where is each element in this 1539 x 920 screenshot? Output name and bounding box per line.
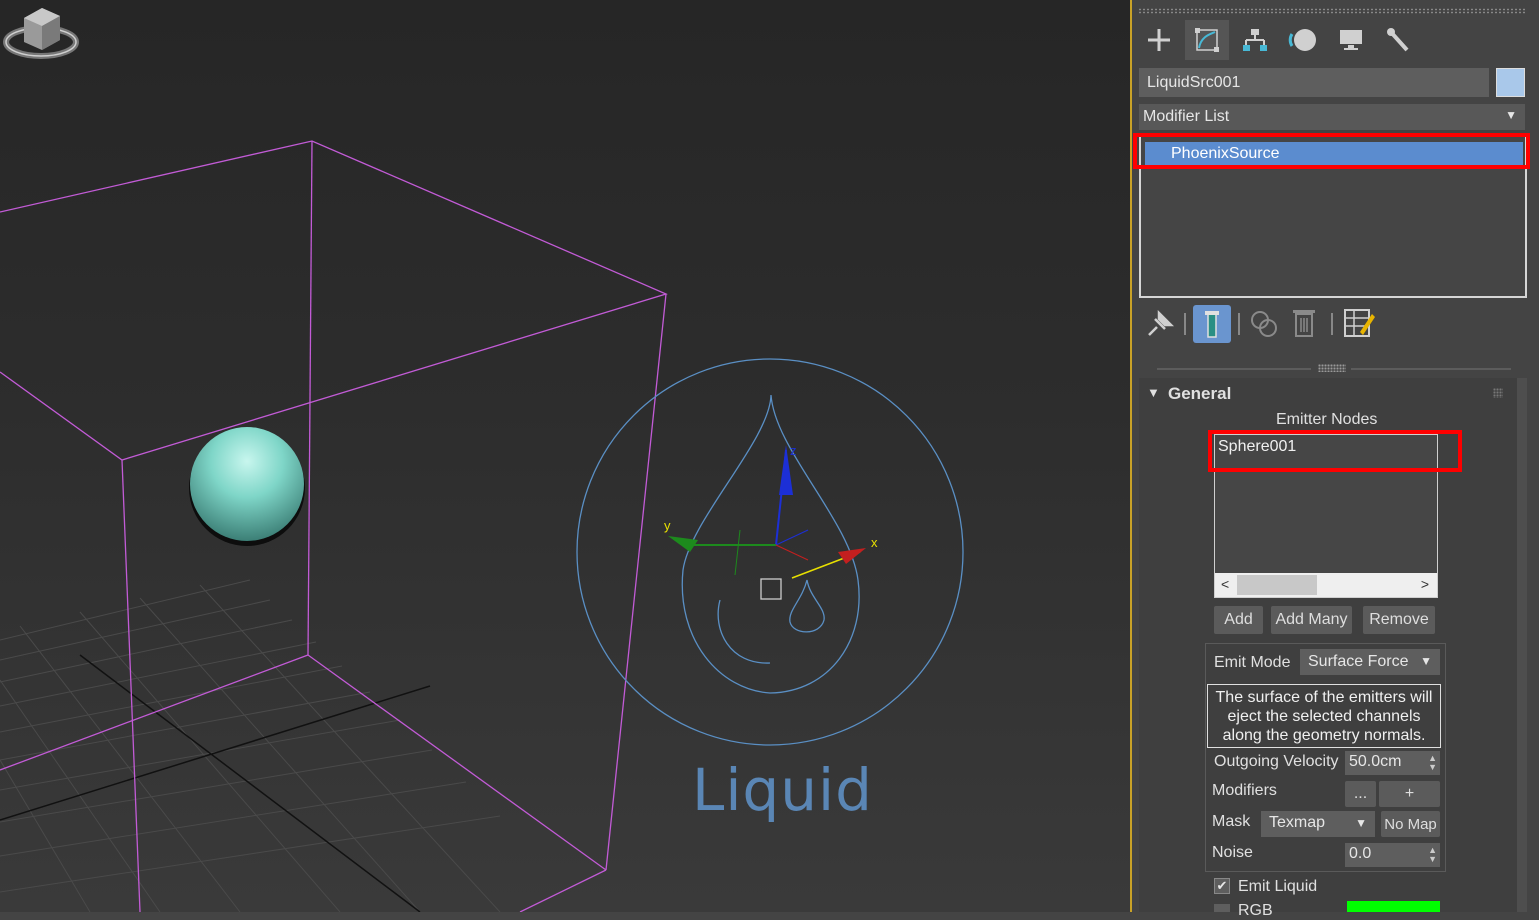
gizmo-label: Liquid bbox=[692, 756, 873, 824]
motion-icon bbox=[1288, 29, 1316, 51]
scroll-thumb[interactable] bbox=[1237, 575, 1317, 595]
liquid-source-gizmo[interactable] bbox=[576, 358, 964, 746]
rollout-grip[interactable] bbox=[1493, 388, 1503, 398]
show-end-result-icon bbox=[1205, 311, 1219, 338]
object-color-swatch[interactable] bbox=[1496, 68, 1525, 97]
outgoing-velocity-spinner[interactable]: 50.0cm ▲ ▼ bbox=[1345, 751, 1440, 775]
modifier-list-label: Modifier List bbox=[1143, 108, 1230, 125]
noise-spinner[interactable]: 0.0 ▲ ▼ bbox=[1345, 843, 1440, 867]
spinner-arrows-icon[interactable]: ▲ ▼ bbox=[1428, 846, 1437, 864]
horizontal-scrollbar[interactable]: < > bbox=[1215, 573, 1437, 597]
rgb-label: RGB bbox=[1238, 902, 1273, 919]
emit-liquid-checkbox[interactable]: ✔ bbox=[1214, 878, 1230, 894]
mask-map-button[interactable]: No Map bbox=[1381, 811, 1440, 837]
tab-motion[interactable] bbox=[1281, 20, 1325, 60]
collapse-triangle-icon[interactable]: ▼ bbox=[1147, 385, 1160, 400]
modifier-list-dropdown[interactable]: Modifier List ▼ bbox=[1139, 104, 1525, 130]
modifier-stack[interactable]: PhoenixSource bbox=[1139, 134, 1527, 298]
simulator-box bbox=[0, 140, 668, 912]
toolbar-divider bbox=[1331, 313, 1333, 335]
rgb-checkbox[interactable] bbox=[1214, 904, 1230, 912]
mask-type-dropdown[interactable]: Texmap ▼ bbox=[1261, 811, 1375, 837]
emitter-nodes-list[interactable]: Sphere001 < > bbox=[1214, 434, 1438, 598]
rollout-title[interactable]: General bbox=[1168, 384, 1231, 404]
panel-grip[interactable] bbox=[1138, 8, 1526, 14]
tab-hierarchy[interactable] bbox=[1233, 20, 1277, 60]
tab-utilities[interactable] bbox=[1377, 20, 1421, 60]
spinner-arrows-icon[interactable]: ▲ ▼ bbox=[1428, 754, 1437, 772]
chevron-down-icon: ▼ bbox=[1355, 816, 1367, 830]
panel-splitter[interactable] bbox=[1157, 368, 1311, 370]
configure-sets-icon[interactable] bbox=[1342, 306, 1376, 340]
mask-label: Mask bbox=[1212, 813, 1251, 830]
tab-modify[interactable] bbox=[1185, 20, 1229, 60]
add-button[interactable]: Add bbox=[1214, 606, 1263, 634]
add-many-button[interactable]: Add Many bbox=[1271, 606, 1352, 634]
axis-z-label: z bbox=[790, 443, 797, 458]
axis-x-label: x bbox=[871, 535, 878, 550]
rgb-color-swatch[interactable] bbox=[1347, 901, 1440, 912]
emit-mode-description: The surface of the emitters will eject t… bbox=[1207, 684, 1441, 748]
viewport-scene: x y z bbox=[0, 140, 964, 912]
chevron-down-icon: ▼ bbox=[1505, 108, 1517, 122]
panel-splitter[interactable] bbox=[1351, 368, 1511, 370]
home-grid bbox=[0, 579, 501, 912]
emit-liquid-label: Emit Liquid bbox=[1238, 878, 1318, 895]
noise-label: Noise bbox=[1212, 844, 1253, 861]
axis-y-label: y bbox=[664, 518, 671, 533]
remove-button[interactable]: Remove bbox=[1363, 606, 1435, 634]
panel-scrollbar[interactable] bbox=[1517, 378, 1527, 912]
tab-display[interactable] bbox=[1329, 20, 1373, 60]
perspective-viewport[interactable]: x y z Liquid bbox=[0, 0, 1132, 912]
sphere001-object[interactable] bbox=[190, 427, 304, 541]
viewcube-icon[interactable] bbox=[0, 0, 82, 64]
toolbar-divider bbox=[1238, 313, 1240, 335]
toolbar-divider bbox=[1184, 313, 1186, 335]
splitter-grip[interactable] bbox=[1318, 364, 1346, 372]
create-plus-icon bbox=[1148, 29, 1170, 51]
noise-value[interactable]: 0.0 bbox=[1349, 845, 1371, 862]
remove-modifier-icon[interactable] bbox=[1290, 306, 1318, 340]
emit-mode-dropdown[interactable]: Surface Force ▼ bbox=[1300, 649, 1440, 675]
show-end-result-button[interactable] bbox=[1193, 305, 1231, 343]
mask-type-value: Texmap bbox=[1269, 814, 1326, 831]
modifiers-label: Modifiers bbox=[1212, 782, 1277, 799]
emitter-nodes-label: Emitter Nodes bbox=[1276, 411, 1378, 428]
hierarchy-icon bbox=[1243, 29, 1267, 51]
display-icon bbox=[1340, 30, 1362, 50]
outgoing-velocity-label: Outgoing Velocity bbox=[1214, 753, 1339, 770]
pin-stack-icon[interactable] bbox=[1145, 309, 1175, 339]
scroll-left-icon[interactable]: < bbox=[1221, 576, 1229, 592]
transform-gizmo[interactable]: x y z bbox=[664, 443, 878, 600]
modify-icon bbox=[1195, 28, 1219, 52]
scroll-right-icon[interactable]: > bbox=[1421, 576, 1429, 592]
modifiers-options-button[interactable]: ... bbox=[1345, 781, 1376, 807]
outgoing-velocity-value[interactable]: 50.0cm bbox=[1349, 753, 1401, 770]
chevron-down-icon: ▼ bbox=[1420, 654, 1432, 668]
tab-create[interactable] bbox=[1137, 20, 1181, 60]
emit-mode-label: Emit Mode bbox=[1214, 654, 1291, 671]
modifiers-add-button[interactable]: + bbox=[1379, 781, 1440, 807]
make-unique-icon[interactable] bbox=[1248, 308, 1280, 340]
object-name-field[interactable]: LiquidSrc001 bbox=[1139, 68, 1489, 97]
list-item[interactable]: Sphere001 bbox=[1218, 438, 1296, 456]
utilities-wrench-icon bbox=[1387, 28, 1409, 52]
emit-mode-value: Surface Force bbox=[1308, 653, 1409, 670]
grid-axes bbox=[0, 654, 431, 912]
stack-item-phoenixsource[interactable]: PhoenixSource bbox=[1145, 142, 1523, 166]
